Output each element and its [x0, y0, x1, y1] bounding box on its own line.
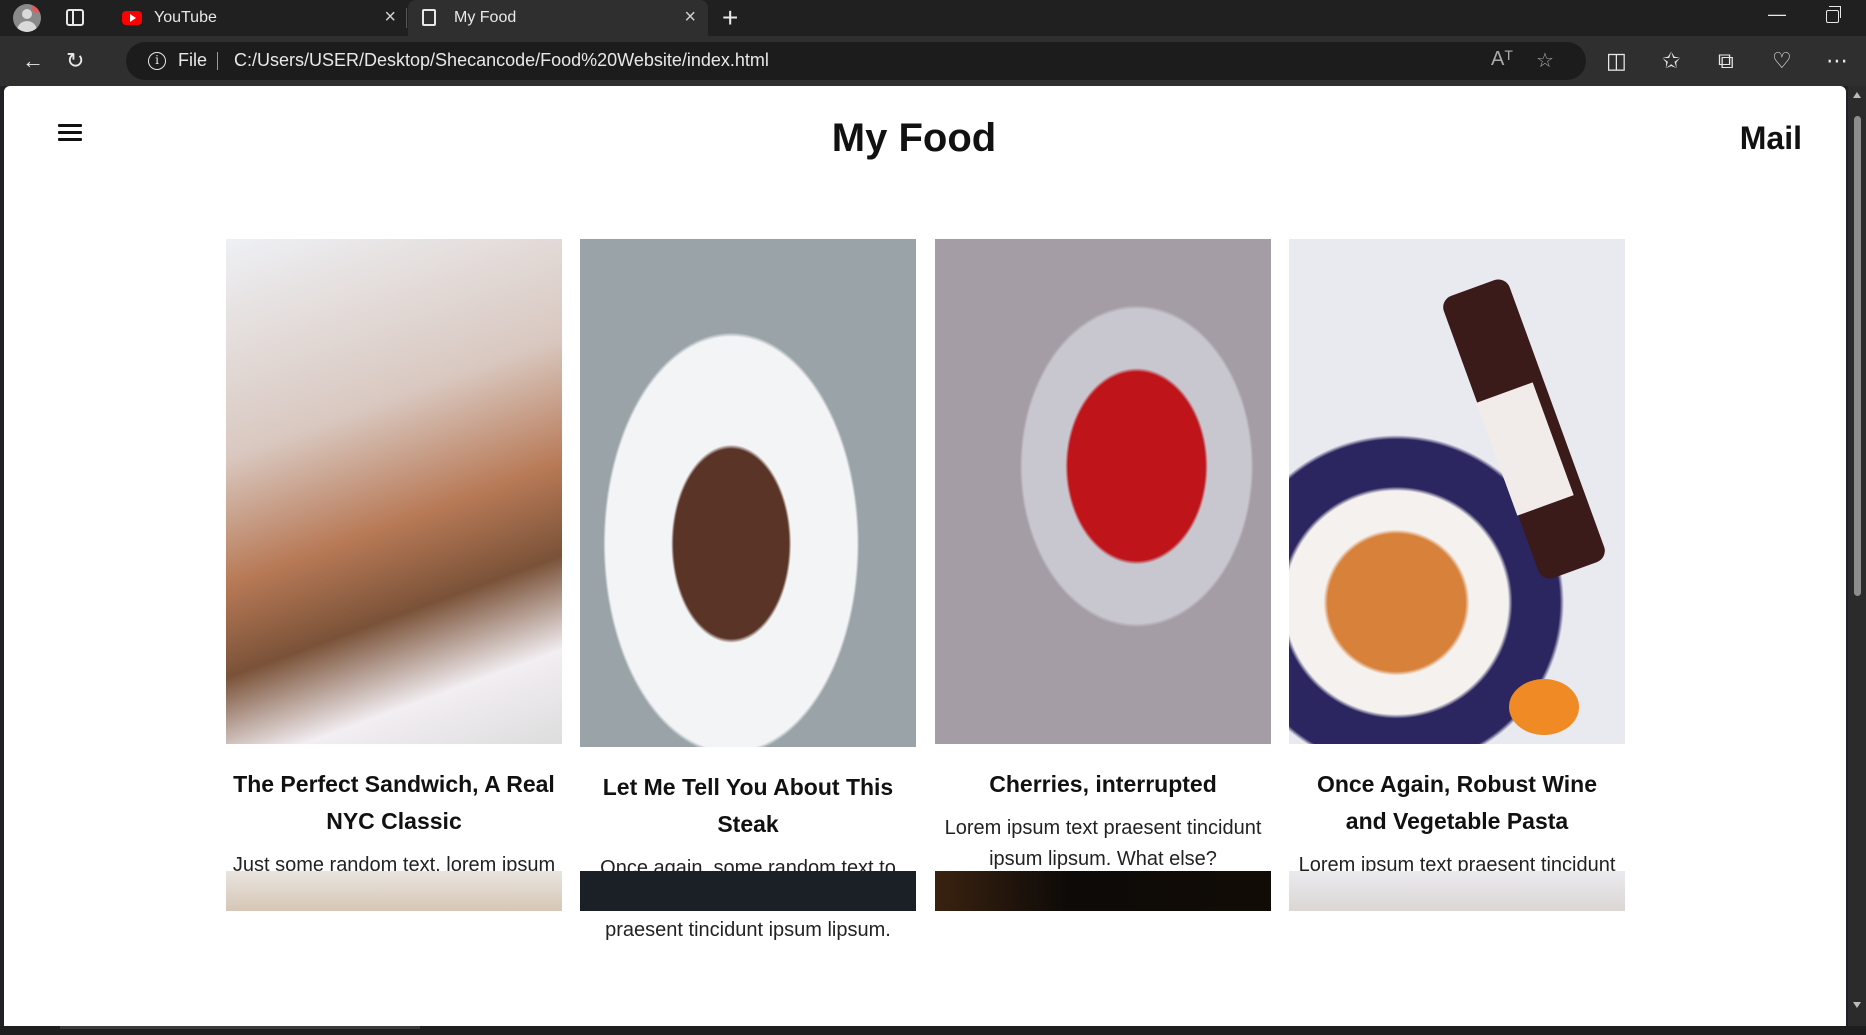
info-icon[interactable]: i — [148, 52, 166, 70]
pasta-image — [1289, 239, 1625, 744]
page-title: My Food — [831, 116, 997, 160]
next-card-image — [935, 871, 1271, 911]
tab-youtube[interactable]: YouTube × — [108, 0, 408, 36]
card-title[interactable]: Once Again, Robust Wine and Vegetable Pa… — [1295, 766, 1619, 840]
browser-essentials-icon[interactable]: ♡ — [1772, 46, 1792, 76]
tab-actions-icon[interactable] — [66, 9, 84, 26]
page-scrollbar[interactable] — [1848, 86, 1866, 1026]
more-options-icon[interactable]: ⋯ — [1826, 46, 1848, 76]
restore-button[interactable] — [1826, 6, 1841, 23]
browser-toolbar: ← ↻ i File C:/Users/USER/Desktop/Shecanc… — [0, 36, 1866, 86]
favorite-star-icon[interactable]: ☆ — [1536, 48, 1554, 73]
youtube-icon — [122, 11, 142, 25]
collections-icon[interactable]: ⧉ — [1718, 46, 1734, 76]
address-divider — [217, 52, 218, 70]
steak-image — [580, 239, 916, 747]
cherries-image — [935, 239, 1271, 744]
scroll-thumb[interactable] — [1854, 116, 1861, 596]
address-scheme: File — [178, 50, 208, 70]
food-card[interactable]: Let Me Tell You About This Steak Once ag… — [580, 239, 916, 946]
food-card[interactable]: Cherries, interrupted Lorem ipsum text p… — [935, 239, 1271, 875]
split-screen-icon[interactable]: ◫ — [1606, 46, 1627, 76]
mail-link[interactable]: Mail — [1740, 120, 1802, 157]
tab-label: YouTube — [154, 9, 217, 26]
taskbar-edge — [0, 1026, 1866, 1035]
scroll-down-arrow-icon[interactable] — [1853, 1002, 1861, 1008]
tab-my-food[interactable]: My Food × — [408, 0, 708, 36]
address-bar[interactable]: i File C:/Users/USER/Desktop/Shecancode/… — [126, 42, 1586, 80]
profile-avatar[interactable] — [13, 4, 41, 32]
browser-titlebar: YouTube × My Food × + — — [0, 0, 1866, 36]
back-button[interactable]: ← — [22, 46, 44, 76]
read-aloud-icon[interactable]: Aᵀ — [1491, 48, 1513, 71]
new-tab-button[interactable]: + — [722, 2, 738, 34]
document-icon — [422, 9, 436, 28]
favorites-icon[interactable]: ✩ — [1662, 46, 1680, 76]
next-card-image — [1289, 871, 1625, 911]
pumpkin-shape — [1509, 679, 1579, 735]
card-title[interactable]: Let Me Tell You About This Steak — [586, 769, 910, 843]
address-url[interactable]: C:/Users/USER/Desktop/Shecancode/Food%20… — [234, 50, 769, 71]
scroll-up-arrow-icon[interactable] — [1853, 92, 1861, 98]
food-card[interactable]: The Perfect Sandwich, A Real NYC Classic… — [226, 239, 562, 912]
card-title[interactable]: Cherries, interrupted — [941, 766, 1265, 803]
card-title[interactable]: The Perfect Sandwich, A Real NYC Classic — [232, 766, 556, 840]
close-icon[interactable]: × — [684, 6, 696, 29]
food-card[interactable]: Once Again, Robust Wine and Vegetable Pa… — [1289, 239, 1625, 912]
next-card-image — [580, 871, 916, 911]
next-card-image — [226, 871, 562, 911]
page-viewport: My Food Mail The Perfect Sandwich, A Rea… — [4, 86, 1846, 1026]
minimize-button[interactable]: — — [1768, 4, 1786, 25]
tab-label: My Food — [454, 9, 517, 26]
card-text: Lorem ipsum text praesent tincidunt ipsu… — [944, 817, 1262, 870]
close-icon[interactable]: × — [384, 6, 396, 29]
refresh-button[interactable]: ↻ — [66, 46, 84, 76]
tab-divider — [406, 8, 407, 28]
sandwich-image — [226, 239, 562, 744]
